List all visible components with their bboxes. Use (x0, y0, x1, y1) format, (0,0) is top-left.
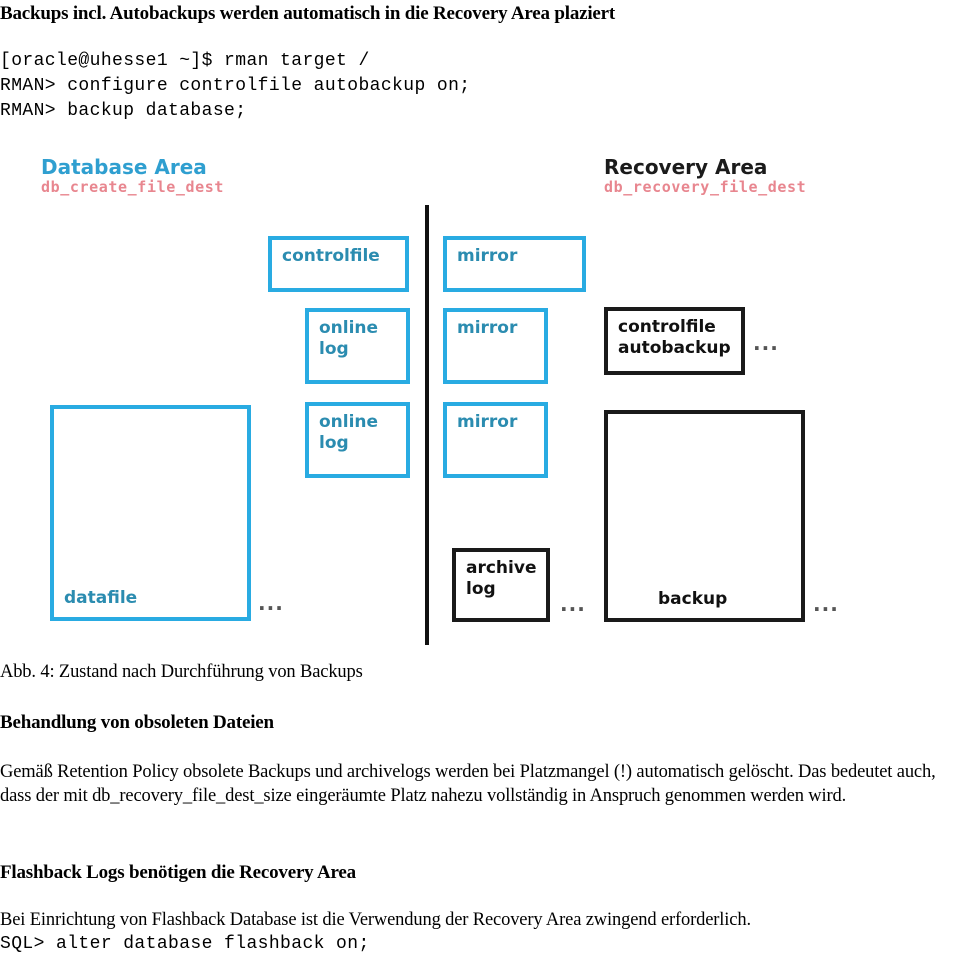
backup-ellipsis: ... (813, 592, 839, 616)
diagram-box-controlfile-autobackup: controlfile autobackup (604, 307, 745, 375)
code-line-4: SQL> alter database flashback on; (0, 934, 370, 954)
page-title: Backups incl. Autobackups werden automat… (0, 3, 616, 24)
code-line-3: RMAN> backup database; (0, 101, 247, 121)
diagram-box-controlfile: controlfile (268, 236, 409, 292)
diagram-box-mirror-3: mirror (443, 402, 548, 478)
figure-caption: Abb. 4: Zustand nach Durchführung von Ba… (0, 662, 363, 682)
diagram-box-online-log-2-label: online log (319, 412, 379, 453)
diagram-box-mirror-1-label: mirror (457, 246, 518, 266)
section-heading-obsolete-files: Behandlung von obsoleten Dateien (0, 712, 274, 733)
diagram-box-mirror-1: mirror (443, 236, 586, 292)
diagram-box-controlfile-label: controlfile (282, 246, 380, 266)
diagram-box-online-log-1: online log (305, 308, 410, 384)
diagram-box-archive-log: archive log (452, 548, 550, 622)
database-area-label: Database Area db_create_file_dest (41, 156, 224, 197)
figure-recovery-area-diagram: Database Area db_create_file_dest Recove… (0, 148, 960, 653)
diagram-box-datafile: datafile (50, 405, 251, 621)
section-heading-flashback-logs: Flashback Logs benötigen die Recovery Ar… (0, 862, 356, 883)
datafile-ellipsis: ... (258, 591, 284, 615)
diagram-box-mirror-3-label: mirror (457, 412, 518, 432)
diagram-box-backup-label: backup (658, 589, 728, 609)
recovery-area-title: Recovery Area (604, 155, 768, 179)
diagram-box-datafile-label: datafile (64, 588, 138, 608)
code-line-2: RMAN> configure controlfile autobackup o… (0, 76, 471, 96)
archive-log-ellipsis: ... (560, 592, 586, 616)
database-area-title: Database Area (41, 155, 207, 179)
database-area-parameter: db_create_file_dest (41, 178, 224, 196)
code-line-1: [oracle@uhesse1 ~]$ rman target / (0, 51, 370, 71)
diagram-box-archive-log-label: archive log (466, 558, 537, 599)
diagram-box-controlfile-autobackup-label: controlfile autobackup (618, 317, 731, 358)
area-divider-line (425, 205, 429, 645)
diagram-box-backup: backup (604, 410, 805, 622)
diagram-box-online-log-2: online log (305, 402, 410, 478)
section-body-flashback-logs: Bei Einrichtung von Flashback Database i… (0, 910, 751, 930)
diagram-box-online-log-1-label: online log (319, 318, 379, 359)
recovery-area-label: Recovery Area db_recovery_file_dest (604, 156, 806, 197)
section-body-obsolete-files: Gemäß Retention Policy obsolete Backups … (0, 762, 936, 806)
diagram-box-mirror-2-label: mirror (457, 318, 518, 338)
controlfile-autobackup-ellipsis: ... (753, 331, 779, 355)
diagram-box-mirror-2: mirror (443, 308, 548, 384)
recovery-area-parameter: db_recovery_file_dest (604, 178, 807, 196)
